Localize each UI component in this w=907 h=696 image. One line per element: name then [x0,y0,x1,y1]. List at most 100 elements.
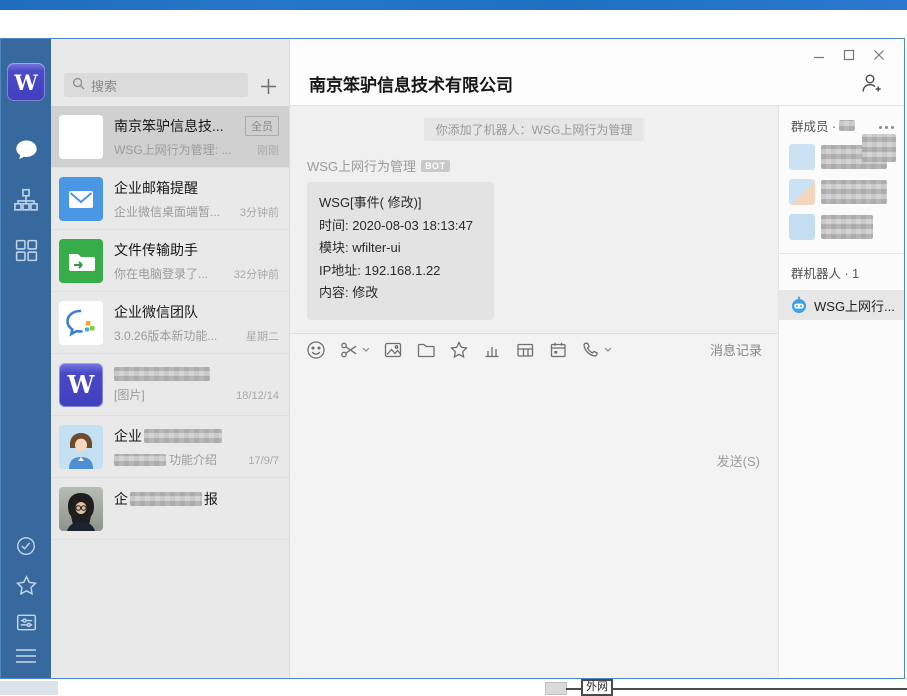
system-message: 你添加了机器人：WSG上网行为管理 [424,118,645,141]
hamburger-icon [14,646,38,671]
chat-main: 你添加了机器人：WSG上网行为管理 WSG上网行为管理 BOT WSG[事件( … [290,106,778,678]
chat-time: 星期二 [246,328,279,344]
maximize-button[interactable] [834,45,864,65]
chat-room-title: 南京笨驴信息技术有限公司 [309,71,513,96]
more-button[interactable] [879,122,894,129]
messages-tab[interactable] [1,138,51,167]
redacted-member-name [821,180,887,204]
chat-item-file-helper[interactable]: 文件传输助手 你在电脑登录了... 32分钟前 [51,230,289,292]
chat-title: 文件传输助手 [114,240,198,260]
cartoon-woman-avatar [59,425,103,469]
chat-preview: 企业微信桌面端暂... [114,203,220,220]
chat-item-wecom-team[interactable]: 企业微信团队 3.0.26版本新功能... 星期二 [51,292,289,354]
chat-time: 18/12/14 [236,390,279,402]
send-row: 发送(S) [290,439,778,678]
wecom-team-avatar [59,301,103,345]
photo-woman-avatar [59,487,103,531]
search-icon [72,77,85,93]
all-members-badge: 全员 [245,116,279,136]
poll-button[interactable] [482,340,502,360]
member-row[interactable] [789,214,904,240]
chat-item-company-group[interactable]: 南京笨驴信息技... 全员 WSG上网行为管理: ... 刚刚 [51,106,289,168]
background-fragment-box [545,682,567,695]
menu-button[interactable] [1,646,51,671]
profile-avatar[interactable]: W [7,63,45,101]
calendar-icon [548,340,568,360]
redacted-preview [114,454,166,466]
chat-title-prefix: 企业 [114,426,142,446]
message-input[interactable] [290,365,778,439]
redacted-title [144,429,222,443]
chat-preview: 功能介绍 [114,451,217,468]
screenshot-button[interactable] [339,340,370,360]
window-controls [804,45,894,65]
robot-item[interactable]: WSG上网行... [779,290,904,320]
favorite-button[interactable] [449,340,469,360]
favorites-button[interactable] [1,574,51,602]
members-label: 群成员 · [791,116,836,135]
chat-list: 搜索 南京笨驴信息技... 全员 WSG上网行为管理: ... 刚刚 [51,39,290,678]
todo-button[interactable] [1,535,51,562]
star-icon [449,340,469,360]
chat-title: 企业邮箱提醒 [114,178,198,198]
doc-button[interactable] [515,340,535,360]
chat-item-w-org[interactable]: W [图片] 18/12/14 [51,354,289,416]
person-add-icon [860,72,884,94]
message-history-link[interactable]: 消息记录 [710,340,762,359]
chevron-down-icon [604,347,612,353]
plus-icon [260,78,277,95]
file-transfer-avatar [59,239,103,283]
robots-label: 群机器人 · 1 [779,254,904,290]
sender-name: WSG上网行为管理 [307,156,416,175]
star-icon [15,574,38,602]
bot-badge: BOT [421,160,450,172]
bar-chart-icon [482,340,502,360]
control-panel-icon [15,611,38,639]
chat-title-prefix: 企 [114,489,128,509]
close-button[interactable] [864,45,894,65]
chat-preview: WSG上网行为管理: ... [114,141,231,158]
folder-icon [416,340,436,360]
workbench-tab[interactable] [1,238,51,268]
chat-time: 3分钟前 [240,204,279,220]
chat-item-daily[interactable]: 企 报 [51,478,289,540]
member-avatar [789,179,815,205]
chat-item-intro[interactable]: 企业 功能介绍 17/9/7 [51,416,289,478]
background-fragment [0,681,58,695]
chat-preview: 你在电脑登录了... [114,265,208,282]
redacted-member-count [839,120,855,131]
bot-message: WSG上网行为管理 BOT WSG[事件( 修改)] 时间: 2020-08-0… [307,156,778,320]
emoji-button[interactable] [306,340,326,360]
email-avatar [59,177,103,221]
image-button[interactable] [383,340,403,360]
send-button[interactable]: 发送(S) [717,451,760,470]
robot-name: WSG上网行... [814,296,895,315]
robot-icon [790,296,808,314]
message-bubble: WSG[事件( 修改)] 时间: 2020-08-03 18:13:47 模块:… [307,182,494,320]
member-avatar [789,144,815,170]
chat-header: 南京笨驴信息技术有限公司 [290,39,904,106]
chat-title-suffix: 报 [204,489,218,509]
minimize-button[interactable] [804,45,834,65]
settings-button[interactable] [1,611,51,639]
search-input[interactable]: 搜索 [64,73,248,97]
scissors-icon [339,340,359,360]
redacted-title [114,367,210,381]
chat-bubble-icon [14,138,39,167]
add-member-button[interactable] [860,72,884,99]
call-button[interactable] [581,340,612,360]
redacted-member [862,134,896,162]
chat-item-mail-reminder[interactable]: 企业邮箱提醒 企业微信桌面端暂... 3分钟前 [51,168,289,230]
file-button[interactable] [416,340,436,360]
member-avatar [789,214,815,240]
org-chart-icon [13,187,39,218]
contacts-tab[interactable] [1,187,51,218]
add-chat-button[interactable] [257,75,279,97]
table-icon [515,340,535,360]
chat-preview: 3.0.26版本新功能... [114,327,217,344]
calendar-button[interactable] [548,340,568,360]
member-row[interactable] [789,179,904,205]
wecom-window: W [0,38,905,679]
redacted-title [130,492,202,506]
w-logo-avatar: W [59,363,103,407]
